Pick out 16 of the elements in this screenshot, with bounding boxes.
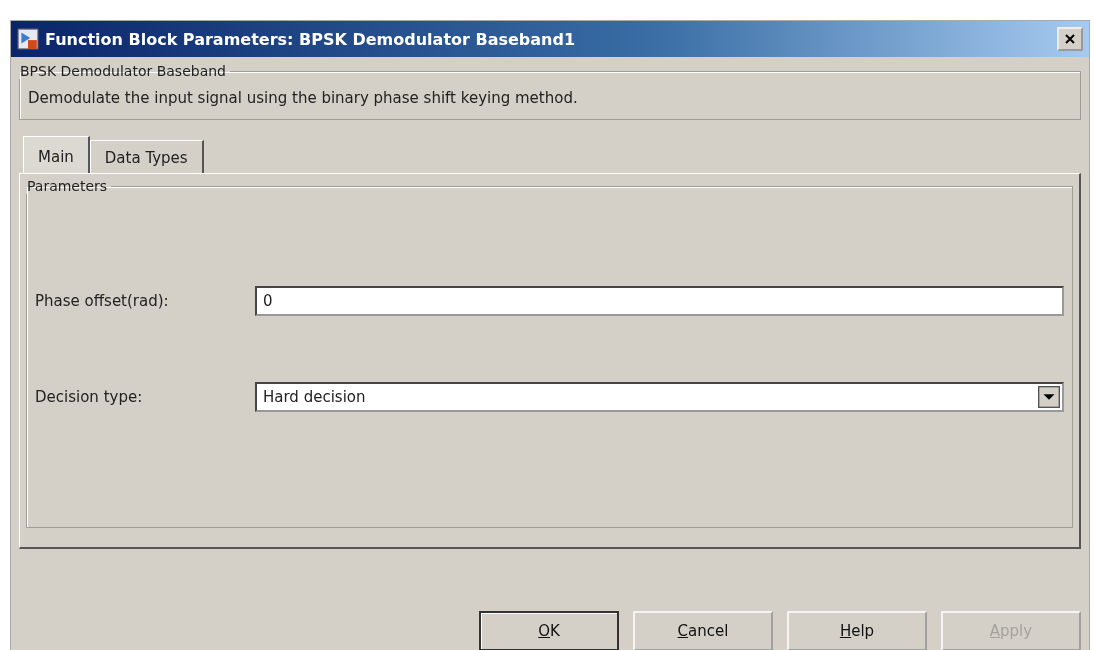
text-field[interactable]: 0 (255, 286, 1064, 316)
group-heading: BPSK Demodulator Baseband (19, 63, 227, 79)
tab[interactable]: Main (23, 136, 90, 173)
dialog-button[interactable]: Help (787, 611, 927, 650)
description-text: Demodulate the input signal using the binary phase shift keying method. (28, 89, 579, 107)
dialog-button[interactable]: Cancel (633, 611, 773, 650)
window-title: Function Block Parameters: BPSK Demodulator Baseband1 (45, 29, 577, 49)
dropdown-field[interactable]: Hard decision (255, 382, 1064, 412)
field-label: Decision type: (35, 388, 144, 406)
tab[interactable]: Data Types (89, 140, 204, 173)
block-icon (17, 28, 39, 50)
close-icon (1065, 34, 1075, 44)
field-label: Phase offset(rad): (35, 292, 170, 310)
group-heading: Parameters (26, 178, 109, 194)
close-button[interactable] (1057, 27, 1083, 51)
dialog-button[interactable]: OK (479, 611, 619, 650)
